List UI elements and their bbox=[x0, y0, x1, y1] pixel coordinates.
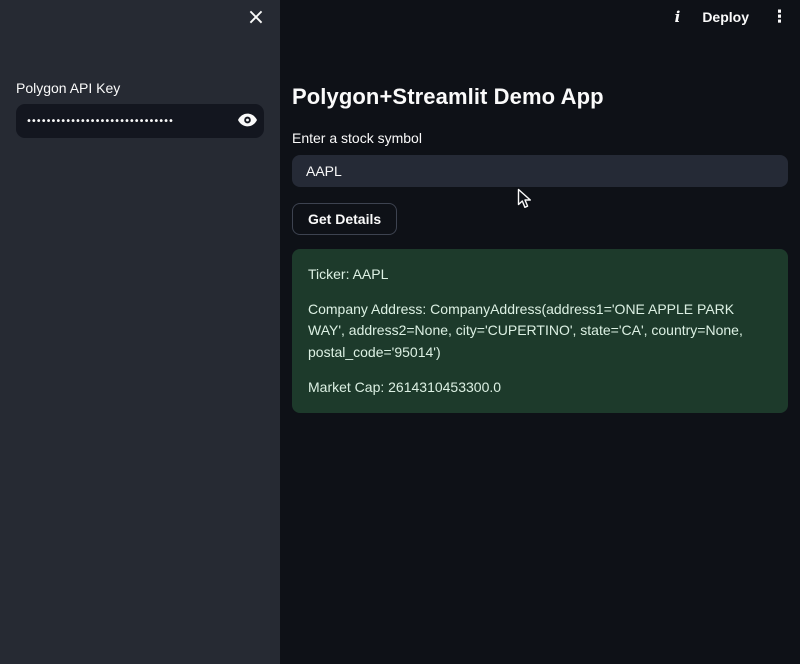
symbol-input[interactable] bbox=[292, 155, 788, 187]
page-title: Polygon+Streamlit Demo App bbox=[292, 84, 788, 110]
result-ticker-line: Ticker: AAPL bbox=[308, 264, 772, 286]
api-key-input[interactable] bbox=[16, 104, 230, 138]
password-visibility-toggle[interactable] bbox=[230, 104, 264, 138]
kebab-menu-icon: ⋮ bbox=[771, 7, 788, 27]
get-details-button[interactable]: Get Details bbox=[292, 203, 397, 235]
api-key-field: Polygon API Key bbox=[16, 80, 264, 138]
sidebar-close-button[interactable]: × bbox=[242, 4, 270, 32]
deploy-button[interactable]: Deploy bbox=[702, 9, 749, 25]
close-icon: × bbox=[247, 5, 265, 30]
api-key-label: Polygon API Key bbox=[16, 80, 264, 96]
api-key-input-wrapper bbox=[16, 104, 264, 138]
app-running-status-icon: i bbox=[675, 8, 681, 26]
symbol-input-label: Enter a stock symbol bbox=[292, 130, 788, 146]
top-toolbar: i Deploy ⋮ bbox=[663, 0, 800, 34]
overflow-menu-button[interactable]: ⋮ bbox=[771, 9, 788, 26]
result-success-box: Ticker: AAPL Company Address: CompanyAdd… bbox=[292, 249, 788, 413]
sidebar: × Polygon API Key bbox=[0, 0, 280, 664]
main-area: i Deploy ⋮ Polygon+Streamlit Demo App En… bbox=[280, 0, 800, 664]
eye-icon bbox=[238, 113, 257, 130]
result-market-cap-line: Market Cap: 2614310453300.0 bbox=[308, 377, 772, 399]
app-window: × Polygon API Key i bbox=[0, 0, 800, 664]
main-content: Polygon+Streamlit Demo App Enter a stock… bbox=[280, 0, 800, 413]
result-address-line: Company Address: CompanyAddress(address1… bbox=[308, 299, 772, 364]
